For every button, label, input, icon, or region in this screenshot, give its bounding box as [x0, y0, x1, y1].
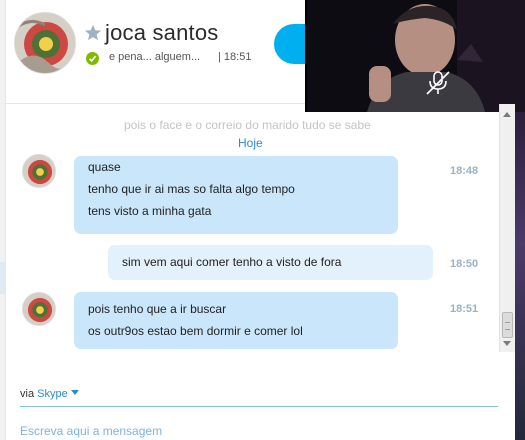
profile-photo-icon [23, 155, 55, 187]
message-time: 18:51 [450, 303, 479, 315]
composer-divider [20, 406, 498, 407]
send-via-selector: via Skype [20, 388, 79, 400]
message-bubble-received[interactable]: pois tenho que a ir buscar os outr9os es… [74, 292, 398, 349]
message-line: pois tenho que a ir buscar [88, 302, 227, 316]
message-line: tens visto a minha gata [88, 204, 212, 218]
previous-message-preview: pois o face e o correio do marido tudo s… [124, 118, 371, 132]
via-label: via [20, 388, 35, 400]
scroll-down-arrow-icon[interactable] [503, 341, 511, 346]
profile-photo-icon [15, 13, 75, 73]
via-service-label: Skype [37, 388, 68, 400]
contact-avatar[interactable] [14, 12, 76, 74]
message-avatar[interactable] [22, 292, 56, 326]
contact-name[interactable]: joca santos [105, 20, 219, 46]
message-line: quase [88, 160, 121, 174]
scroll-thumb[interactable] [502, 312, 513, 338]
online-check-icon [86, 52, 99, 65]
scroll-up-arrow-icon[interactable] [503, 112, 511, 117]
chevron-down-icon [70, 390, 79, 395]
message-line: tenho que ir ai mas so falta algo tempo [88, 182, 295, 196]
mood-message: e pena... alguem... [109, 51, 201, 63]
last-seen-time: | 18:51 [218, 51, 252, 63]
day-separator: Hoje [238, 136, 263, 150]
message-bubble-received[interactable]: quase tenho que ir ai mas so falta algo … [74, 156, 398, 234]
message-history[interactable]: pois o face e o correio do marido tudo s… [6, 112, 499, 352]
message-line: os outr9os estao bem dormir e comer lol [88, 324, 303, 338]
star-icon[interactable] [84, 24, 102, 42]
message-bubble-sent[interactable]: sim vem aqui comer tenho a visto de fora [108, 245, 433, 280]
message-input[interactable] [20, 422, 498, 440]
message-line: sim vem aqui comer tenho a visto de fora [122, 255, 342, 269]
message-time: 18:48 [450, 165, 479, 177]
message-scrollbar[interactable] [499, 104, 515, 352]
message-time: 18:50 [450, 258, 479, 270]
webcam-feed [307, 0, 525, 112]
message-avatar[interactable] [22, 154, 56, 188]
background-window-edge [515, 112, 525, 440]
video-preview[interactable] [305, 0, 525, 112]
profile-photo-icon [23, 293, 55, 325]
via-service-dropdown[interactable]: Skype [37, 388, 79, 400]
microphone-muted-icon[interactable] [423, 70, 453, 96]
